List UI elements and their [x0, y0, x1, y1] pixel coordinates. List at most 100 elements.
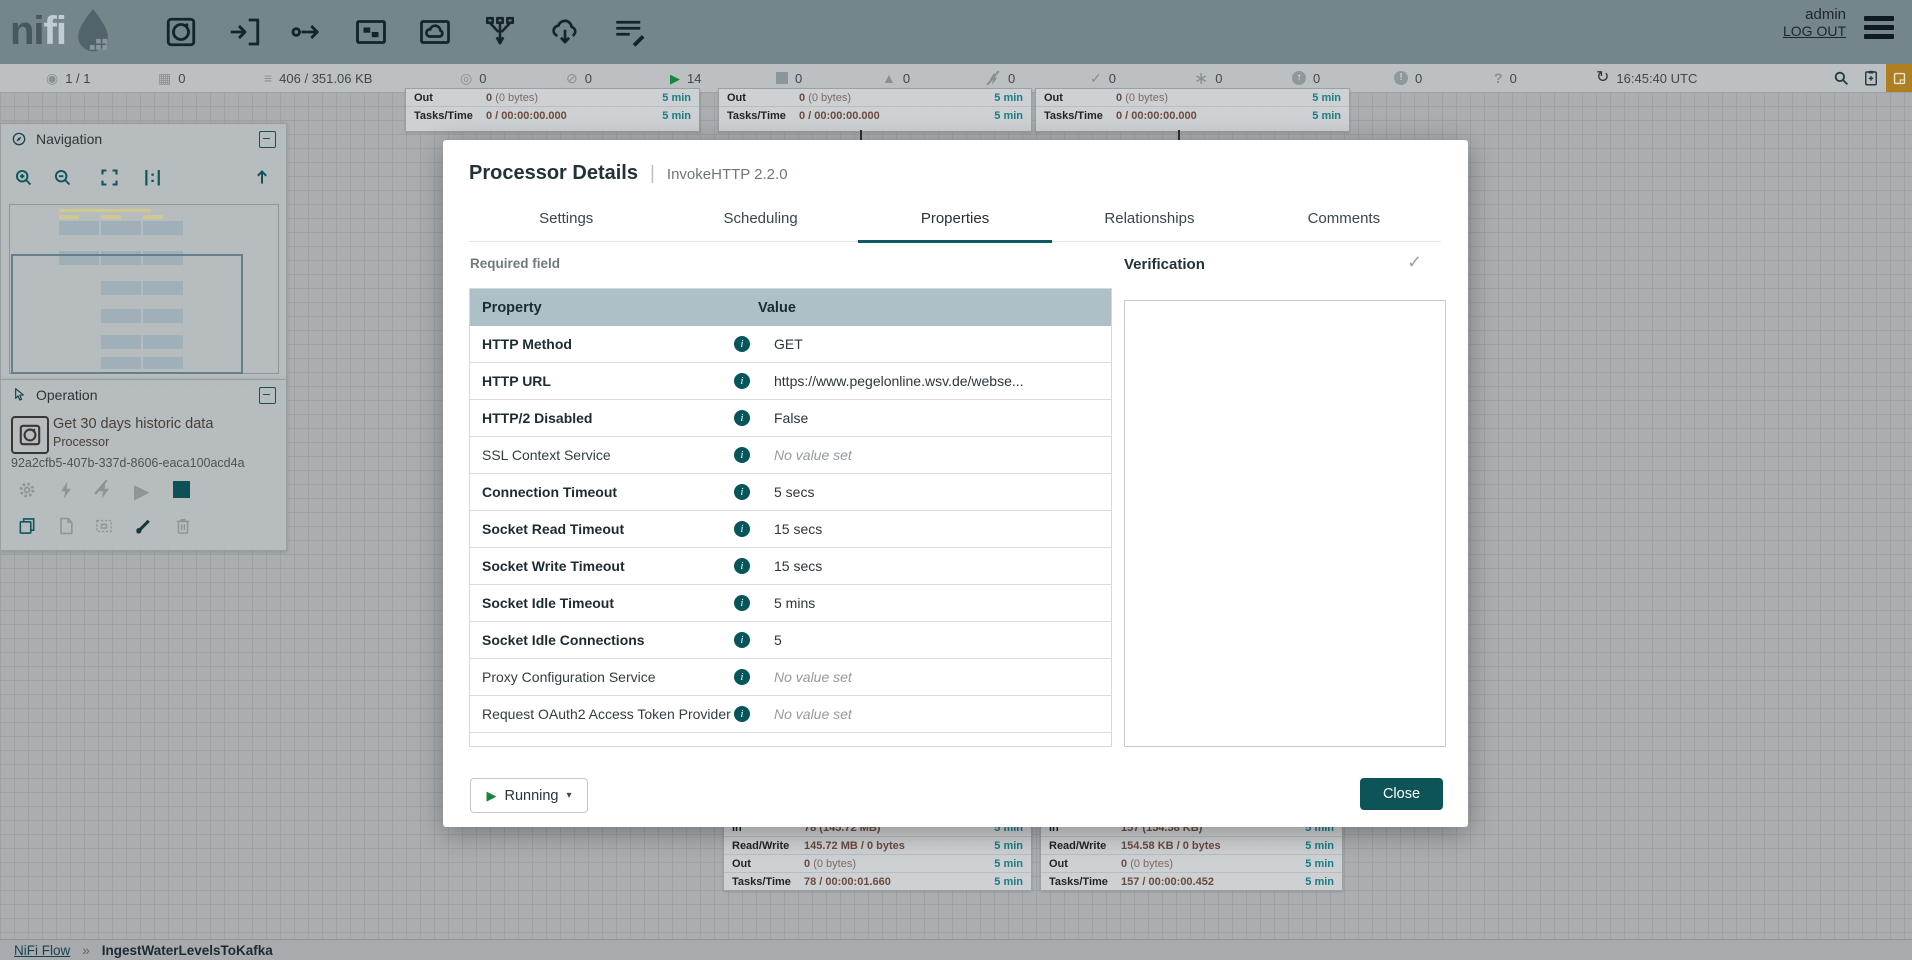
disabled-icon: [986, 71, 1001, 86]
registry-grid-icon: ▦: [158, 71, 171, 85]
bulletin-panel-toggle[interactable]: [1886, 64, 1912, 92]
info-icon[interactable]: i: [734, 521, 750, 537]
table-row: Socket Read Timeouti15 secs: [470, 511, 1111, 548]
hand-pointer-icon: [11, 387, 27, 403]
start-icon[interactable]: ▶: [134, 479, 149, 504]
info-icon[interactable]: i: [734, 410, 750, 426]
required-field-label: Required field: [470, 256, 560, 271]
search-icon[interactable]: [1826, 64, 1856, 92]
up-to-date-icon: ✓: [1090, 71, 1102, 85]
new-component-clipboard-icon[interactable]: [1856, 64, 1886, 92]
dialog-title: Processor Details: [469, 162, 638, 185]
properties-table-header: Property Value: [470, 289, 1111, 326]
breadcrumb-separator: »: [82, 943, 90, 958]
remote-process-group-icon[interactable]: [417, 14, 453, 50]
info-icon[interactable]: i: [734, 669, 750, 685]
output-port-icon[interactable]: [288, 14, 324, 50]
close-button[interactable]: Close: [1360, 778, 1443, 810]
tab-relationships[interactable]: Relationships: [1052, 202, 1246, 241]
disable-icon[interactable]: [94, 480, 114, 500]
breadcrumb-current-group: IngestWaterLevelsToKafka: [102, 943, 273, 958]
delete-icon[interactable]: [173, 516, 193, 536]
birdseye-minimap[interactable]: [9, 204, 279, 374]
zoom-actual-size-icon[interactable]: |:|: [144, 167, 162, 187]
properties-table: Property Value HTTP MethodiGET HTTP URLi…: [469, 288, 1112, 747]
dialog-subtitle: InvokeHTTP 2.2.0: [667, 166, 788, 183]
table-row: Socket Idle Connectionsi5: [470, 622, 1111, 659]
queued-icon: ≡: [264, 71, 272, 85]
info-icon[interactable]: i: [734, 558, 750, 574]
input-port-icon[interactable]: [227, 14, 263, 50]
current-user: admin: [1783, 6, 1846, 23]
table-row: HTTP URLihttps://www.pegelonline.wsv.de/…: [470, 363, 1111, 400]
info-icon[interactable]: i: [734, 336, 750, 352]
collapse-navigation-icon[interactable]: [259, 131, 276, 148]
logout-link[interactable]: LOG OUT: [1783, 23, 1846, 39]
collapse-operation-icon[interactable]: [259, 387, 276, 404]
chevron-down-icon: ▾: [566, 790, 571, 801]
info-icon[interactable]: i: [734, 447, 750, 463]
label-icon[interactable]: [611, 14, 647, 50]
table-row: Request OAuth2 Access Token ProvideriNo …: [470, 696, 1111, 733]
stop-icon[interactable]: [173, 481, 190, 498]
nifi-app: nifi admin LOG OUT ◉1 / 1 ▦0 ≡406 / 351.…: [0, 0, 1912, 960]
zoom-in-icon[interactable]: [13, 167, 34, 188]
invalid-icon: ▲: [882, 71, 896, 85]
processor-stats-bottom-2: In157 (154.58 KB)5 min Read/Write154.58 …: [1040, 818, 1343, 891]
running-count: 14: [687, 71, 701, 86]
verification-results-box: [1124, 300, 1446, 747]
tab-settings[interactable]: Settings: [469, 202, 663, 241]
global-menu-icon[interactable]: [1864, 16, 1894, 42]
verification-title: Verification: [1124, 256, 1205, 273]
funnel-icon[interactable]: [482, 14, 518, 50]
paste-icon[interactable]: [56, 516, 76, 536]
compass-icon: [11, 131, 27, 147]
sync-failure-icon: ?: [1494, 71, 1503, 85]
info-icon[interactable]: i: [734, 595, 750, 611]
processor-icon[interactable]: [163, 14, 199, 50]
color-brush-icon[interactable]: [134, 516, 154, 536]
tab-scheduling[interactable]: Scheduling: [663, 202, 857, 241]
logo-text: ni: [10, 9, 44, 54]
zoom-out-icon[interactable]: [52, 167, 73, 188]
table-row: Connection Timeouti5 secs: [470, 474, 1111, 511]
operation-panel: Operation Get 30 days historic data Proc…: [0, 379, 287, 551]
minimap-viewport[interactable]: [11, 254, 243, 374]
process-group-icon[interactable]: [353, 14, 389, 50]
not-transmitting-icon: ⊘: [566, 71, 578, 85]
table-row-partial: [470, 733, 1111, 744]
leave-group-icon[interactable]: [252, 167, 272, 187]
enable-icon[interactable]: [56, 480, 76, 500]
info-icon[interactable]: i: [734, 484, 750, 500]
running-state-icon: ▶: [486, 788, 496, 804]
refresh-icon[interactable]: ↻: [1596, 70, 1609, 86]
table-row: Socket Idle Timeouti5 mins: [470, 585, 1111, 622]
tab-properties[interactable]: Properties: [858, 202, 1052, 243]
zoom-fit-icon[interactable]: [99, 167, 120, 188]
nifi-logo: nifi: [10, 4, 118, 58]
panel-icon: [1891, 70, 1908, 87]
template-icon[interactable]: [547, 14, 583, 50]
info-icon[interactable]: i: [734, 632, 750, 648]
queued-count: 406 / 351.06 KB: [279, 71, 372, 86]
running-icon: ▶: [670, 72, 680, 85]
verification-check-icon[interactable]: ✓: [1407, 252, 1422, 273]
tab-comments[interactable]: Comments: [1247, 202, 1441, 241]
navigation-panel: Navigation |:|: [0, 123, 287, 381]
copy-icon[interactable]: [17, 516, 37, 536]
info-icon[interactable]: i: [734, 373, 750, 389]
app-header: nifi admin LOG OUT: [0, 0, 1912, 64]
selected-component-id: 92a2cfb5-407b-337d-8606-eaca100acd4a: [11, 456, 245, 470]
processor-stats-top-3: Out0 (0 bytes)5 min Tasks/Time0 / 00:00:…: [1035, 88, 1350, 132]
group-icon[interactable]: [94, 516, 114, 536]
run-state-dropdown[interactable]: ▶ Running ▾: [470, 778, 588, 813]
last-refreshed-time: 16:45:40 UTC: [1616, 71, 1697, 86]
transmitting-icon: ◎: [460, 71, 472, 85]
processor-details-dialog: Processor Details | InvokeHTTP 2.2.0 Set…: [443, 140, 1468, 827]
locally-modified-icon: ∗: [1194, 70, 1208, 87]
selected-component-name: Get 30 days historic data: [53, 416, 213, 432]
configure-icon[interactable]: [17, 480, 37, 500]
table-row: Proxy Configuration ServiceiNo value set: [470, 659, 1111, 696]
info-icon[interactable]: i: [734, 706, 750, 722]
breadcrumb-root-link[interactable]: NiFi Flow: [14, 943, 70, 958]
